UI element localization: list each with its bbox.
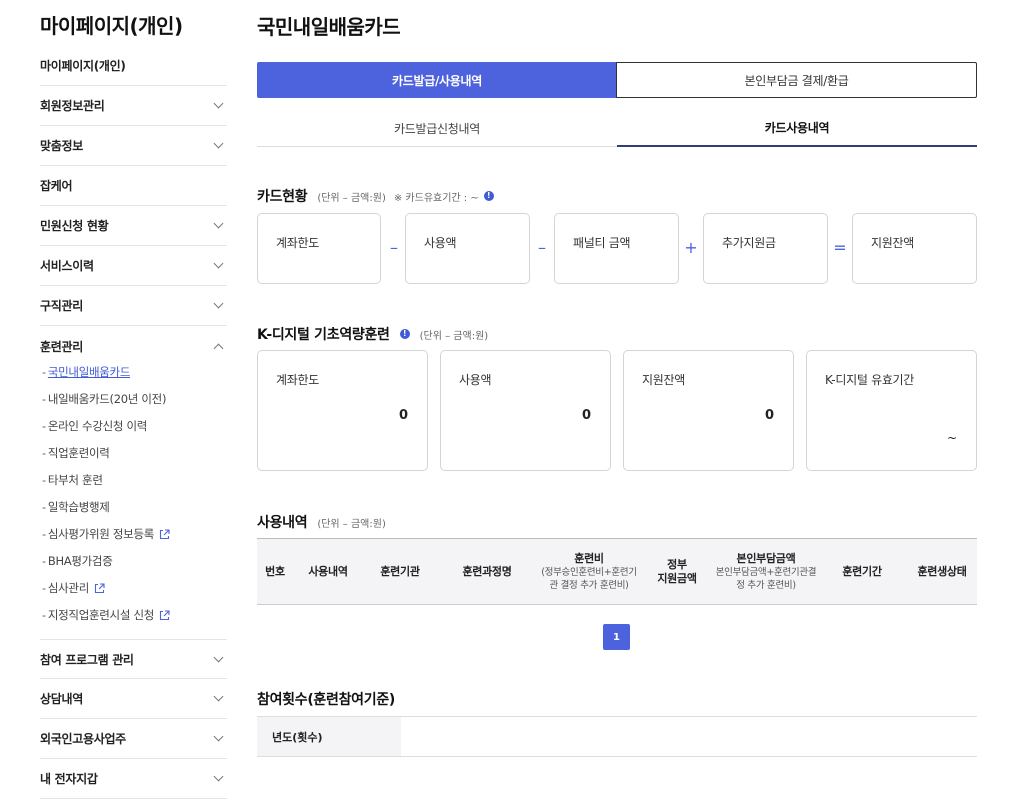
sidebar-item-training[interactable]: 훈련관리 (40, 326, 227, 366)
col-gov-support: 정부 지원금액 (657, 558, 697, 585)
kdigital-box-limit: 계좌한도 0 (257, 350, 428, 471)
minus-operator: – (538, 238, 546, 257)
submenu-review-mgmt[interactable]: - 심사관리 (42, 578, 105, 598)
amount-value: 0 (398, 408, 408, 423)
sidebar-item-e-wallet[interactable]: 내 전자지갑 (40, 759, 227, 799)
kdigital-box-period: K-디지털 유효기간 ~ (806, 350, 977, 471)
plus-operator: + (684, 238, 698, 257)
sidebar-title: 마이페이지(개인) (40, 14, 183, 38)
minus-operator: – (390, 238, 398, 257)
chevron-up-icon (213, 343, 224, 353)
chevron-down-icon (213, 258, 224, 269)
section-title: 카드현황 (257, 189, 308, 205)
sidebar-item-label: 상담내역 (40, 692, 83, 706)
sidebar-item-custom-info[interactable]: 맞춤정보 (40, 126, 227, 166)
submenu-facility-apply[interactable]: - 지정직업훈련시설 신청 (42, 605, 170, 625)
sidebar-item-job-search[interactable]: 구직관리 (40, 286, 227, 326)
section-title: 사용내역 (257, 515, 308, 531)
sidebar-item-label: 내 전자지갑 (40, 772, 98, 786)
sidebar-item-service-history[interactable]: 서비스이력 (40, 246, 227, 286)
kdigital-box-used: 사용액 0 (440, 350, 611, 471)
sidebar-item-label: 외국인고용사업주 (40, 732, 126, 746)
sidebar-item-counseling[interactable]: 상담내역 (40, 679, 227, 719)
sidebar-item-member-info[interactable]: 회원정보관리 (40, 86, 227, 126)
tab-self-pay-refund[interactable]: 본인부담금 결제/환급 (616, 62, 977, 98)
chevron-down-icon (213, 731, 224, 742)
external-link-icon (159, 609, 170, 620)
period-value: ~ (946, 431, 957, 445)
participation-table: 년도(횟수) (257, 716, 977, 757)
submenu-work-study[interactable]: - 일학습병행제 (42, 497, 110, 517)
submenu-bha[interactable]: - BHA평가검증 (42, 551, 113, 571)
col-period: 훈련기간 (842, 565, 882, 578)
amount-value: 0 (764, 408, 774, 423)
chevron-down-icon (213, 98, 224, 109)
sidebar-item-programs[interactable]: 참여 프로그램 관리 (40, 639, 227, 679)
status-box-penalty: 패널티 금액 (554, 213, 679, 284)
equals-operator: = (833, 238, 847, 257)
chevron-down-icon (213, 138, 224, 149)
status-box-used: 사용액 (405, 213, 530, 284)
sidebar-item-label: 민원신청 현황 (40, 219, 109, 233)
info-icon[interactable]: ! (399, 329, 410, 339)
sidebar-item-label: 마이페이지(개인) (40, 59, 126, 73)
participation-row-label: 년도(횟수) (257, 717, 401, 756)
sidebar-item-foreign-employer[interactable]: 외국인고용사업주 (40, 719, 227, 759)
external-link-icon (159, 528, 170, 539)
status-box-limit: 계좌한도 (257, 213, 381, 284)
validity-note: ※ 카드유효기간 : ~ (393, 192, 479, 204)
sidebar-item-civil-request[interactable]: 민원신청 현황 (40, 206, 227, 246)
status-box-extra: 추가지원금 (703, 213, 828, 284)
unit-note: (단위 – 금액:원) (317, 192, 386, 204)
col-course: 훈련과정명 (462, 565, 512, 578)
sidebar-item-label: 서비스이력 (40, 259, 94, 273)
amount-value: 0 (581, 408, 591, 423)
unit-note: (단위 – 금액:원) (419, 330, 489, 342)
unit-note: (단위 – 금액:원) (317, 518, 386, 530)
tab-card-issue-usage[interactable]: 카드발급/사용내역 (257, 62, 617, 98)
col-no: 번호 (265, 565, 285, 578)
submenu-reviewer-register[interactable]: - 심사평가위원 정보등록 (42, 524, 170, 544)
sidebar-item-label: 잡케어 (40, 179, 73, 193)
col-fee: 훈련비 (정부승인훈련비+훈련기관 결정 추가 훈련비) (541, 552, 637, 591)
chevron-down-icon (213, 218, 224, 229)
page-button-1[interactable]: 1 (603, 624, 630, 650)
participation-heading: 참여횟수(훈련참여기준) (257, 689, 395, 709)
chevron-down-icon (213, 771, 224, 782)
section-title: 참여횟수(훈련참여기준) (257, 692, 395, 708)
sidebar-item-label: 참여 프로그램 관리 (40, 652, 134, 667)
submenu-online-enroll-history[interactable]: - 온라인 수강신청 이력 (42, 416, 147, 436)
submenu-other-ministry[interactable]: - 타부처 훈련 (42, 470, 103, 490)
kdigital-heading: K-디지털 기초역량훈련 ! (단위 – 금액:원) (257, 324, 488, 344)
submenu-national-card[interactable]: - 국민내일배움카드 (42, 362, 130, 382)
chevron-down-icon (213, 652, 224, 662)
usage-heading: 사용내역 (단위 – 금액:원) (257, 512, 386, 532)
sub-tabs: 카드발급신청내역 카드사용내역 (257, 110, 977, 147)
col-usage: 사용내역 (308, 565, 348, 578)
sidebar-item-label: 맞춤정보 (40, 139, 83, 153)
sidebar-item-label: 구직관리 (40, 299, 83, 313)
usage-table-header: 번호 사용내역 훈련기관 훈련과정명 훈련비 (정부승인훈련비+훈련기관 결정 … (257, 538, 977, 605)
sidebar-item-label: 회원정보관리 (40, 99, 105, 113)
sidebar-item-mypage[interactable]: 마이페이지(개인) (40, 46, 227, 86)
page-title: 국민내일배움카드 (257, 15, 401, 39)
chevron-down-icon (213, 691, 224, 702)
submenu-card-before-2020[interactable]: - 내일배움카드(20년 이전) (42, 389, 166, 409)
col-status: 훈련생상태 (917, 565, 967, 578)
sidebar-item-jobcare[interactable]: 잡케어 (40, 166, 227, 206)
col-institution: 훈련기관 (380, 565, 420, 578)
info-icon[interactable]: ! (483, 191, 494, 201)
submenu-vocational-history[interactable]: - 직업훈련이력 (42, 443, 110, 463)
external-link-icon (94, 582, 105, 593)
sidebar-item-label: 훈련관리 (40, 339, 83, 354)
section-title: K-디지털 기초역량훈련 (257, 327, 390, 343)
card-status-heading: 카드현황 (단위 – 금액:원) ※ 카드유효기간 : ~ ! (257, 186, 494, 206)
kdigital-box-balance: 지원잔액 0 (623, 350, 794, 471)
col-self-pay: 본인부담금액 본인부담금액+훈련기관결정 추가 훈련비) (715, 552, 817, 591)
status-box-balance: 지원잔액 (852, 213, 977, 284)
chevron-down-icon (213, 298, 224, 309)
tab-card-apply-history[interactable]: 카드발급신청내역 (257, 110, 617, 147)
tab-card-usage-history[interactable]: 카드사용내역 (617, 110, 977, 147)
